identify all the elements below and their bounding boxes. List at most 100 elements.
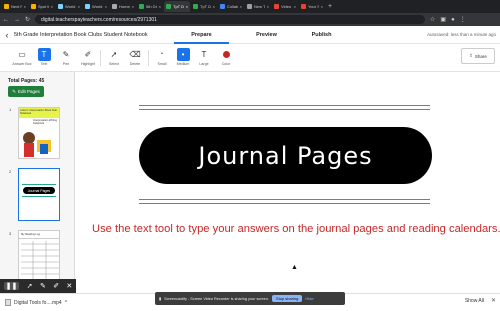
browser-tab[interactable]: New Tab× (245, 1, 271, 12)
browser-tab[interactable]: TpT Dig× (191, 1, 217, 12)
close-tab-icon[interactable]: × (105, 4, 107, 9)
tab-publish[interactable]: Publish (294, 26, 349, 44)
close-tab-icon[interactable]: × (24, 4, 26, 9)
pointer-icon[interactable]: ➚ (27, 282, 33, 290)
browser-tab[interactable]: World V× (83, 1, 109, 12)
app-header: ‹ 5th Grade Interpretation Book Clubs St… (0, 26, 500, 44)
close-tab-icon[interactable]: × (159, 4, 161, 9)
close-tab-icon[interactable]: × (213, 4, 215, 9)
size-large[interactable]: T Large (194, 48, 214, 70)
highlight-tool[interactable]: ✐ Highlight (78, 48, 98, 70)
thumbnail-title: Letter's Interpretation Book Club Notebo… (19, 108, 59, 118)
thumbnail-title: Journal Pages (23, 187, 55, 194)
close-tab-icon[interactable]: × (321, 4, 323, 9)
answer-box-tool[interactable]: ▭ Answer Box (12, 48, 32, 70)
decorative-rule (139, 199, 430, 200)
decorative-rule (139, 203, 430, 204)
show-all-link[interactable]: Show All (465, 298, 484, 304)
close-tab-icon[interactable]: × (240, 4, 242, 9)
toolbar: ▭ Answer Box T Text ✎ Pen ✐ Highlight ➚ … (0, 44, 500, 72)
close-tab-icon[interactable]: × (78, 4, 80, 9)
pencil-icon: ✎ (12, 88, 16, 94)
favicon-icon (274, 4, 279, 9)
download-item[interactable]: Digital Tools fo....mp4 ^ (5, 299, 95, 306)
pause-icon[interactable]: ❚❚ (3, 282, 20, 290)
profile-icon[interactable]: ● (451, 17, 455, 23)
stop-sharing-button[interactable]: Stop sharing (271, 295, 303, 302)
select-tool[interactable]: ➚ Select (104, 48, 124, 70)
favicon-icon (112, 4, 117, 9)
page-number: 3 (9, 231, 12, 236)
reload-icon[interactable]: ↻ (25, 16, 30, 23)
close-tab-icon[interactable]: × (186, 4, 188, 9)
favicon-icon (166, 4, 171, 9)
browser-tab[interactable]: TpT Di× (164, 1, 190, 12)
star-icon[interactable]: ☆ (430, 16, 435, 23)
browser-tab-label: Spot th (38, 4, 49, 9)
forward-arrow-icon[interactable]: → (14, 17, 20, 23)
browser-tab[interactable]: Spot th× (29, 1, 55, 12)
chevron-up-icon[interactable]: ^ (65, 300, 67, 306)
page-thumbnail-2[interactable]: Journal Pages (18, 168, 60, 221)
thumbnail-illustration (23, 132, 51, 157)
browser-tab[interactable]: Video × (272, 1, 298, 12)
decorative-rule (139, 109, 430, 110)
browser-tab[interactable]: World V× (56, 1, 82, 12)
browser-tab[interactable]: 5th Gr × (137, 1, 163, 12)
close-tab-icon[interactable]: × (294, 4, 296, 9)
browser-tab[interactable]: Next Ro× (2, 1, 28, 12)
size-medium-icon: • (176, 48, 190, 61)
highlighter-icon[interactable]: ✐ (53, 282, 59, 290)
favicon-icon (247, 4, 252, 9)
page-canvas[interactable] (75, 72, 500, 311)
pen-tool[interactable]: ✎ Pen (56, 48, 76, 70)
color-picker[interactable]: Color (216, 48, 236, 70)
new-tab-icon[interactable]: + (328, 3, 332, 10)
size-medium[interactable]: • Medium (173, 48, 193, 70)
toolbar-divider (100, 50, 101, 66)
url-field[interactable]: digital.teacherspayteachers.com/resource… (35, 15, 426, 24)
delete-tool[interactable]: ⌫ Delete (125, 48, 145, 70)
browser-tab[interactable]: Your S × (299, 1, 325, 12)
browser-tab[interactable]: Homepi× (110, 1, 136, 12)
browser-tab-label: Next Ro (11, 4, 22, 9)
close-icon[interactable]: ✕ (66, 282, 72, 290)
favicon-icon (139, 4, 144, 9)
pen-icon[interactable]: ✎ (40, 282, 46, 290)
browser-tab-label: World V (92, 4, 103, 9)
favicon-icon (4, 4, 9, 9)
close-tab-icon[interactable]: × (267, 4, 269, 9)
edit-pages-button[interactable]: ✎ Edit Pages (8, 86, 44, 97)
close-tab-icon[interactable]: × (51, 4, 53, 9)
cursor-icon: ➚ (110, 50, 118, 59)
page-number: 1 (9, 107, 12, 112)
tab-preview[interactable]: Preview (239, 26, 294, 44)
close-icon[interactable]: ✕ (491, 297, 496, 304)
size-small[interactable]: • Small (152, 48, 172, 70)
pen-icon: ✎ (62, 50, 70, 59)
extension-icon[interactable]: ▣ (440, 16, 446, 23)
back-chevron-icon[interactable]: ‹ (0, 30, 14, 40)
menu-icon[interactable]: ⋮ (460, 16, 466, 23)
back-arrow-icon[interactable]: ← (3, 17, 9, 23)
browser-tab[interactable]: Collabo× (218, 1, 244, 12)
close-tab-icon[interactable]: × (132, 4, 134, 9)
tab-prepare[interactable]: Prepare (174, 26, 229, 44)
total-pages: Total Pages: 45 (8, 78, 45, 84)
browser-tab-label: Your S (308, 4, 319, 9)
share-button[interactable]: ⇪ Share (461, 48, 495, 64)
decorative-rule (139, 105, 430, 106)
color-swatch (222, 51, 230, 58)
address-bar: ← → ↻ digital.teacherspayteachers.com/re… (0, 13, 500, 26)
browser-tab-strip: Next Ro×Spot th×World V×World V×Homepi×5… (0, 0, 500, 13)
browser-tab-label: Collabo (227, 4, 238, 9)
recorder-controls: ❚❚ ➚ ✎ ✐ ✕ (0, 279, 76, 293)
page-thumbnail-1[interactable]: Letter's Interpretation Book Club Notebo… (18, 107, 60, 159)
text-tool[interactable]: T Text (34, 48, 54, 70)
hide-button[interactable]: Hide (305, 296, 313, 301)
browser-tab-label: TpT Di (173, 4, 184, 9)
highlighter-icon: ✐ (84, 50, 92, 59)
journal-pages-title: Journal Pages (139, 127, 432, 184)
browser-tab-label: Video (281, 4, 292, 9)
page-number: 2 (9, 169, 12, 174)
